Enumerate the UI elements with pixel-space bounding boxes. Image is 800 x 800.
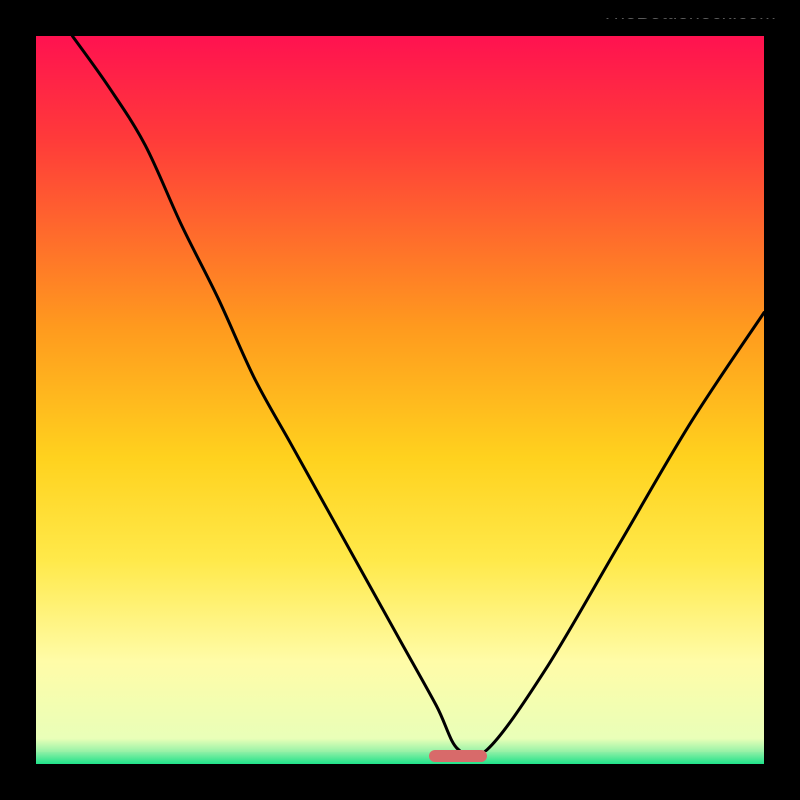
curve-path [72,36,764,757]
optimal-range-marker [429,750,487,762]
plot-area [36,36,764,764]
bottleneck-curve [36,36,764,764]
chart-frame [0,0,800,800]
green-band [36,752,764,764]
